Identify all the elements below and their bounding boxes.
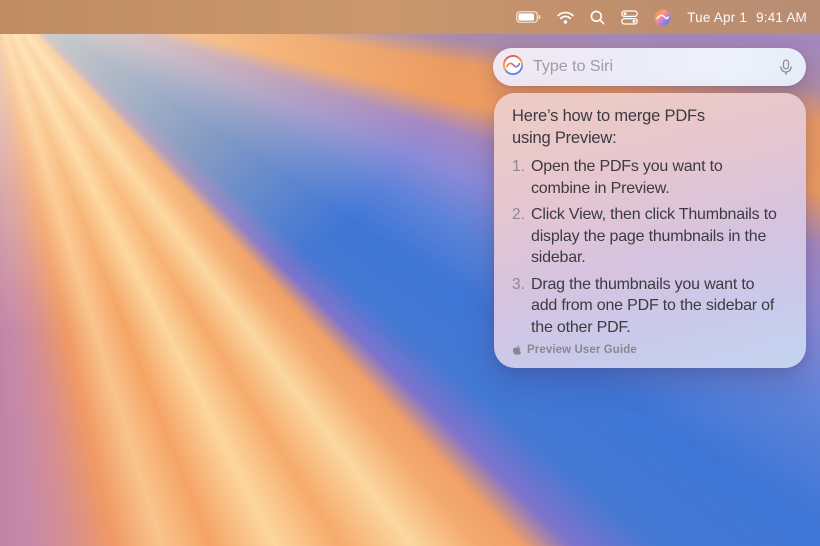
siri-icon: [502, 54, 524, 81]
menu-bar-time: 9:41 AM: [756, 10, 807, 25]
control-center-icon[interactable]: [621, 10, 638, 25]
step-number: 1.: [512, 156, 531, 199]
menu-bar-clock[interactable]: Tue Apr 1 9:41 AM: [687, 10, 807, 25]
list-item: 1. Open the PDFs you want to combine in …: [512, 156, 789, 199]
source-link[interactable]: Preview User Guide: [512, 344, 789, 356]
source-label: Preview User Guide: [527, 344, 637, 356]
list-item: 3. Drag the thumbnails you want to add f…: [512, 274, 789, 339]
menu-bar: Tue Apr 1 9:41 AM: [0, 0, 820, 34]
wifi-icon[interactable]: [557, 11, 574, 24]
spotlight-search-icon[interactable]: [590, 10, 605, 25]
apple-logo-icon: [512, 344, 522, 356]
card-title: Here’s how to merge PDFs using Preview:: [512, 106, 789, 149]
step-text: Drag the thumbnails you want to add from…: [531, 274, 789, 339]
list-item: 2. Click View, then click Thumbnails to …: [512, 204, 789, 269]
siri-input-bar[interactable]: [493, 48, 806, 86]
step-number: 2.: [512, 204, 531, 269]
siri-text-input[interactable]: [533, 58, 768, 76]
microphone-button[interactable]: [777, 57, 795, 78]
siri-response-card: Here’s how to merge PDFs using Preview: …: [494, 93, 806, 368]
menu-bar-date: Tue Apr 1: [687, 10, 747, 25]
siri-icon[interactable]: [654, 9, 671, 26]
step-number: 3.: [512, 274, 531, 339]
microphone-icon: [777, 57, 795, 78]
desktop: Tue Apr 1 9:41 AM: [0, 0, 820, 546]
step-text: Click View, then click Thumbnails to dis…: [531, 204, 789, 269]
card-steps: 1. Open the PDFs you want to combine in …: [512, 156, 789, 338]
battery-icon[interactable]: [516, 11, 541, 23]
step-text: Open the PDFs you want to combine in Pre…: [531, 156, 789, 199]
